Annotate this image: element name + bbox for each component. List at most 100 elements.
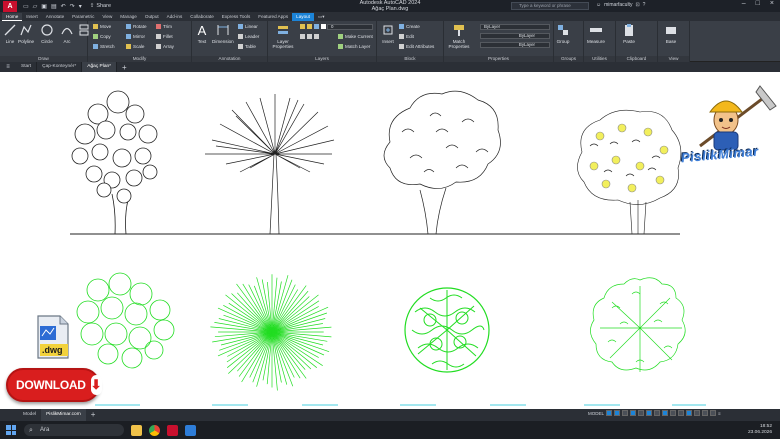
redo-icon[interactable]: ↷ — [70, 3, 75, 10]
open-icon[interactable]: ▱ — [33, 3, 38, 10]
help-icon[interactable]: ? — [643, 2, 646, 8]
new-tab-icon[interactable]: + — [117, 63, 127, 72]
group-tool[interactable]: Group — [556, 23, 570, 44]
measure-tool[interactable]: Measure — [587, 23, 605, 44]
doc-tab-agac-plan[interactable]: Ağaç Plan* — [82, 62, 118, 72]
layer-properties-tool[interactable]: Layer Properties — [271, 23, 295, 49]
add-layout-icon[interactable]: + — [86, 409, 101, 421]
file-explorer-icon[interactable] — [131, 424, 142, 436]
undo-icon[interactable]: ↶ — [61, 3, 66, 10]
tab-insert[interactable]: Insert — [22, 13, 42, 21]
leader-tool[interactable]: Leader — [238, 34, 259, 39]
make-current-tool[interactable]: Make Current — [338, 34, 373, 39]
grid-icon[interactable] — [606, 410, 613, 416]
customize-menu-icon[interactable]: ≡ — [718, 411, 721, 416]
fillet-tool[interactable]: Fillet — [156, 34, 173, 39]
layer-tools-row[interactable] — [300, 34, 319, 39]
username[interactable]: mimarfaculty — [604, 2, 632, 8]
minimize-icon[interactable]: – — [742, 0, 746, 7]
linetype-dropdown[interactable]: ByLayer — [480, 33, 550, 39]
application-menu-button[interactable]: A — [3, 0, 17, 12]
doc-tab-start[interactable]: Start — [16, 62, 38, 72]
layer-state-icons[interactable] — [300, 24, 326, 29]
color-dropdown[interactable]: ByLayer — [480, 24, 550, 30]
new-icon[interactable]: ▭ — [23, 3, 29, 10]
transparency-icon[interactable] — [662, 410, 669, 416]
edit-block-tool[interactable]: Edit — [399, 34, 414, 39]
hardware-acceleration-icon[interactable] — [702, 410, 709, 416]
edit-attributes-tool[interactable]: Edit Attributes — [399, 44, 434, 49]
paste-tool[interactable]: Paste — [622, 23, 636, 44]
tab-annotate[interactable]: Annotate — [42, 13, 68, 21]
insert-block-tool[interactable]: Insert — [381, 23, 395, 44]
model-space-label[interactable]: MODEL — [588, 411, 604, 416]
dimension-tool[interactable]: Dimension — [212, 23, 234, 44]
stretch-tool[interactable]: Stretch — [93, 44, 115, 49]
system-tray-clock[interactable]: 18:52 23.06.2026 — [748, 424, 772, 436]
user-icon[interactable]: ☺ — [596, 2, 601, 8]
move-label: Move — [100, 24, 112, 29]
drawing-canvas[interactable] — [0, 72, 780, 409]
array-tool[interactable]: Array — [156, 44, 174, 49]
move-tool[interactable]: Move — [93, 24, 111, 29]
tab-featured-apps[interactable]: Featured Apps — [254, 13, 292, 21]
create-block-tool[interactable]: Create — [399, 24, 420, 29]
layer-dropdown[interactable]: 0 — [327, 24, 373, 30]
download-button[interactable]: DOWNLOAD ⬇ — [6, 368, 102, 402]
line-tool[interactable]: Line — [3, 23, 17, 44]
tab-output[interactable]: Output — [141, 13, 163, 21]
tab-layout-pislikmimar[interactable]: PislikMimar.com — [41, 409, 86, 421]
workspace-icon[interactable] — [686, 410, 693, 416]
autocad-taskbar-icon[interactable] — [167, 424, 178, 436]
osnap-icon[interactable] — [638, 410, 645, 416]
clean-screen-icon[interactable] — [710, 410, 717, 416]
app-taskbar-icon[interactable] — [185, 424, 196, 436]
more-icon[interactable]: ▾ — [79, 3, 82, 10]
trim-tool[interactable]: Trim — [156, 24, 172, 29]
otrack-icon[interactable] — [646, 410, 653, 416]
cart-icon[interactable]: ⊡ — [635, 2, 639, 8]
share-button[interactable]: ⇪ Share — [90, 3, 111, 9]
maximize-icon[interactable]: □ — [756, 0, 760, 7]
table-tool[interactable]: Table — [238, 44, 256, 49]
polar-icon[interactable] — [630, 410, 637, 416]
copy-tool[interactable]: Copy — [93, 34, 111, 39]
tab-model[interactable]: Model — [18, 409, 41, 421]
save-as-icon[interactable]: ▤ — [51, 3, 57, 10]
tab-collaborate[interactable]: Collaborate — [186, 13, 218, 21]
tab-parametric[interactable]: Parametric — [68, 13, 98, 21]
selection-cycling-icon[interactable] — [670, 410, 677, 416]
chrome-icon[interactable] — [149, 424, 160, 436]
match-properties-tool[interactable]: Match Properties — [447, 23, 471, 49]
annotation-scale-icon[interactable] — [678, 410, 685, 416]
taskbar-search[interactable]: ⌕ Ara — [24, 424, 124, 436]
arc-tool[interactable]: Arc — [60, 23, 74, 44]
rotate-tool[interactable]: Rotate — [126, 24, 147, 29]
hamburger-menu-icon[interactable]: ≡ — [0, 64, 16, 70]
close-icon[interactable]: × — [770, 0, 774, 7]
scale-tool[interactable]: Scale — [126, 44, 145, 49]
tab-add-ins[interactable]: Add-ins — [163, 13, 187, 21]
snap-icon[interactable] — [614, 410, 621, 416]
tab-manage[interactable]: Manage — [116, 13, 141, 21]
save-icon[interactable]: ▣ — [41, 3, 47, 10]
isolate-icon[interactable] — [694, 410, 701, 416]
base-view-tool[interactable]: Base — [664, 23, 678, 44]
windows-start-icon[interactable] — [6, 425, 16, 435]
mirror-tool[interactable]: Mirror — [126, 34, 145, 39]
tab-express-tools[interactable]: Express Tools — [218, 13, 255, 21]
lineweight-dropdown[interactable]: ByLayer — [480, 42, 550, 48]
tab-view[interactable]: View — [98, 13, 116, 21]
help-search-input[interactable]: Type a keyword or phrase — [511, 2, 589, 10]
linear-tool[interactable]: Linear — [238, 24, 258, 29]
polyline-tool[interactable]: Polyline — [18, 23, 34, 44]
match-layer-tool[interactable]: Match Layer — [338, 44, 370, 49]
doc-tab-cap-konteyner[interactable]: Çap-Konteynér* — [37, 62, 83, 72]
circle-tool[interactable]: Circle — [40, 23, 54, 44]
tab-layout[interactable]: Layout — [292, 13, 314, 21]
tab-home[interactable]: Home — [2, 13, 23, 21]
ortho-icon[interactable] — [622, 410, 629, 416]
lineweight-icon[interactable] — [654, 410, 661, 416]
text-tool[interactable]: A Text — [195, 23, 209, 45]
ribbon-options-icon[interactable]: ▭▾ — [314, 13, 329, 21]
